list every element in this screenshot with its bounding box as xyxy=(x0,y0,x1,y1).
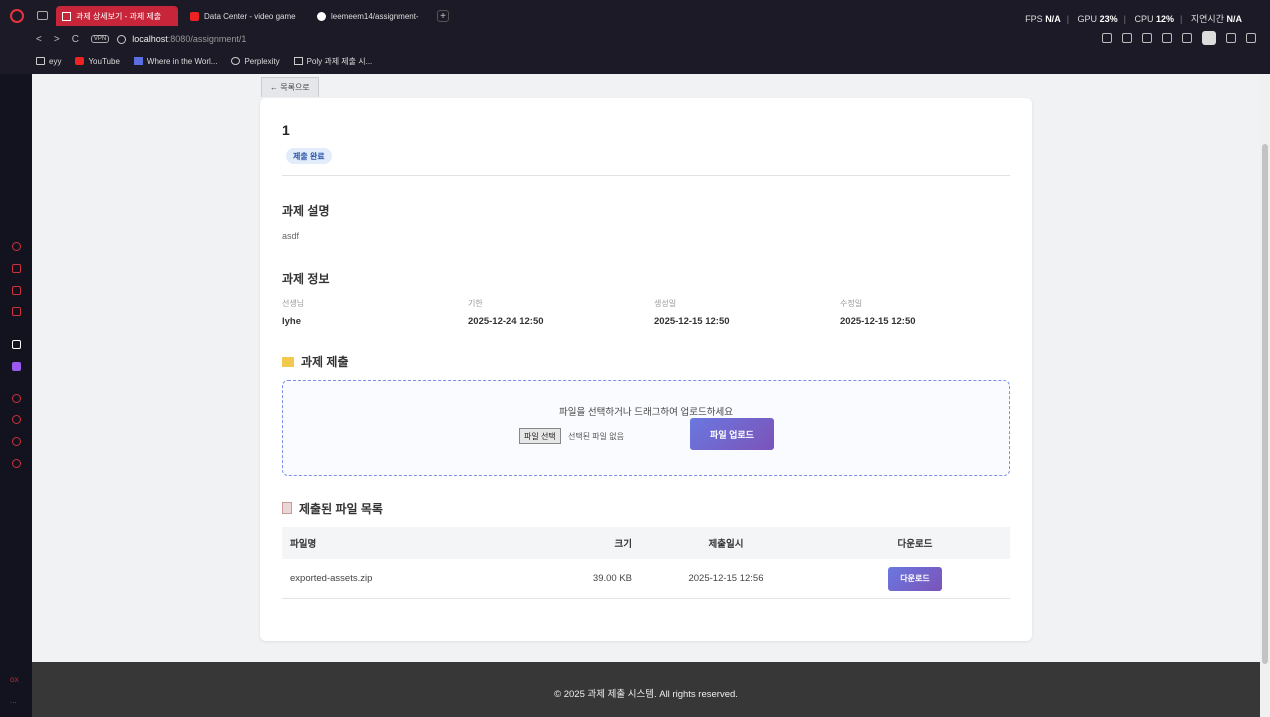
tab-data-center[interactable]: Data Center - video game xyxy=(184,6,306,26)
messenger-icon[interactable] xyxy=(12,437,21,446)
document-icon xyxy=(293,57,303,65)
file-name: exported-assets.zip xyxy=(290,573,373,584)
aria-icon[interactable] xyxy=(12,340,21,349)
bookmark-item[interactable]: Where in the Worl... xyxy=(133,57,217,66)
settings-icon[interactable] xyxy=(12,459,21,468)
tab-github[interactable]: leemeem14/assignment- xyxy=(311,6,433,26)
bookmarks-bar: eyy YouTube Where in the Worl... Perplex… xyxy=(36,54,372,68)
file-size: 39.00 KB xyxy=(592,573,632,584)
avatar[interactable] xyxy=(1202,31,1216,45)
globe-icon xyxy=(117,34,127,44)
more-icon[interactable]: ... xyxy=(10,696,17,705)
toolbar-icons xyxy=(1102,31,1256,45)
menu-icon[interactable] xyxy=(1246,33,1256,43)
submit-heading: 과제 제출 xyxy=(282,353,349,370)
page-title: 1 xyxy=(282,122,290,138)
page-content: ← 목록으로 1 제출 완료 과제 설명 asdf 과제 정보 선생님 lyhe… xyxy=(32,74,1260,662)
shield-icon[interactable] xyxy=(1142,33,1152,43)
file-dropzone[interactable]: 파일을 선택하거나 드래그하여 업로드하세요 파일 선택 선택된 파일 없음 파… xyxy=(282,380,1010,476)
perplexity-icon xyxy=(231,57,241,65)
scrollbar[interactable] xyxy=(1260,74,1270,717)
forward-icon[interactable]: > xyxy=(54,34,60,45)
files-heading: 제출된 파일 목록 xyxy=(282,500,383,517)
submitted-files-table: 파일명 크기 제출일시 다운로드 exported-assets.zip 39.… xyxy=(282,527,1010,599)
description-heading: 과제 설명 xyxy=(282,204,330,218)
snapshot-icon[interactable] xyxy=(1122,33,1132,43)
back-to-list-button[interactable]: ← 목록으로 xyxy=(261,77,319,97)
description-text: asdf xyxy=(282,231,300,241)
bookmark-item[interactable]: eyy xyxy=(36,57,61,66)
player-icon[interactable] xyxy=(12,394,21,403)
github-icon xyxy=(317,11,326,21)
bookmark-item[interactable]: Poly 과제 제출 시... xyxy=(293,56,372,67)
gx-label: GX xyxy=(10,678,19,684)
clipboard-icon xyxy=(282,502,292,514)
header-submitted: 제출일시 xyxy=(708,539,744,550)
download-button[interactable]: 다운로드 xyxy=(888,566,942,591)
info-deadline-label: 기한 xyxy=(468,299,483,308)
info-created-label: 생성일 xyxy=(654,299,677,308)
file-choose-button[interactable]: 파일 선택 xyxy=(519,428,561,444)
download-cell: 다운로드 xyxy=(820,566,1010,591)
youtube-icon xyxy=(190,11,199,21)
status-badge: 제출 완료 xyxy=(286,148,332,164)
table-row: exported-assets.zip 39.00 KB 2025-12-15 … xyxy=(282,559,1010,599)
file-submitted: 2025-12-15 12:56 xyxy=(688,573,764,584)
browser-chrome: 과제 상세보기 - 과제 제출 Data Center - video game… xyxy=(0,0,1270,74)
reload-icon[interactable]: C xyxy=(72,34,79,45)
heart-icon[interactable] xyxy=(1182,33,1192,43)
browser-sidebar: GX ... xyxy=(0,74,32,717)
new-tab-button[interactable]: + xyxy=(437,10,449,22)
url-path: :8080/assignment/1 xyxy=(167,34,247,44)
footer-text: © 2025 과제 제출 시스템. All rights reserved. xyxy=(554,689,738,700)
bookmark-item[interactable]: Perplexity xyxy=(231,57,280,66)
workspaces-icon[interactable] xyxy=(37,11,48,20)
table-header: 파일명 크기 제출일시 다운로드 xyxy=(282,527,1010,559)
player-icon[interactable] xyxy=(1162,33,1172,43)
vpn-badge[interactable]: VPN xyxy=(90,35,110,43)
gx-corner-icon[interactable] xyxy=(12,264,21,273)
divider xyxy=(282,175,1010,176)
tab-assignment-detail[interactable]: 과제 상세보기 - 과제 제출 xyxy=(56,6,178,26)
folder-icon xyxy=(282,357,294,367)
document-icon xyxy=(62,11,71,21)
info-teacher-value: lyhe xyxy=(282,316,302,327)
bookmark-item[interactable]: YouTube xyxy=(75,57,120,66)
youtube-icon xyxy=(75,57,85,65)
info-created-value: 2025-12-15 12:50 xyxy=(654,316,730,327)
info-teacher-label: 선생님 xyxy=(282,299,305,308)
opera-logo-icon[interactable] xyxy=(10,9,24,23)
back-icon[interactable]: < xyxy=(36,34,42,45)
header-size: 크기 xyxy=(614,539,632,550)
info-updated-value: 2025-12-15 12:50 xyxy=(840,316,916,327)
file-none-label: 선택된 파일 없음 xyxy=(568,432,624,441)
twitch-icon[interactable] xyxy=(12,286,21,295)
folder-icon xyxy=(36,57,45,65)
scrollbar-thumb[interactable] xyxy=(1262,144,1268,664)
history-icon[interactable] xyxy=(12,415,21,424)
info-heading: 과제 정보 xyxy=(282,272,330,286)
gx-control-icon[interactable] xyxy=(12,242,21,251)
upload-button[interactable]: 파일 업로드 xyxy=(690,418,774,450)
bookmark-icon[interactable] xyxy=(1102,33,1112,43)
url-host: localhost xyxy=(132,34,168,44)
assignment-card: 1 제출 완료 과제 설명 asdf 과제 정보 선생님 lyhe 기한 202… xyxy=(260,98,1032,641)
info-deadline-value: 2025-12-24 12:50 xyxy=(468,316,544,327)
discord-icon[interactable] xyxy=(12,307,21,316)
info-updated-label: 수정일 xyxy=(840,299,863,308)
header-filename: 파일명 xyxy=(290,539,317,550)
twitch-purple-icon[interactable] xyxy=(12,362,21,371)
header-download: 다운로드 xyxy=(897,539,933,550)
footer: © 2025 과제 제출 시스템. All rights reserved. xyxy=(32,662,1260,717)
image-icon xyxy=(133,57,143,65)
download-icon[interactable] xyxy=(1226,33,1236,43)
address-bar[interactable]: < > C VPN localhost:8080/assignment/1 xyxy=(36,31,246,47)
performance-stats: FPS N/A | GPU 23% | CPU 12% | 지연시간 N/A xyxy=(1025,14,1242,24)
dropzone-text: 파일을 선택하거나 드래그하여 업로드하세요 xyxy=(559,407,733,418)
